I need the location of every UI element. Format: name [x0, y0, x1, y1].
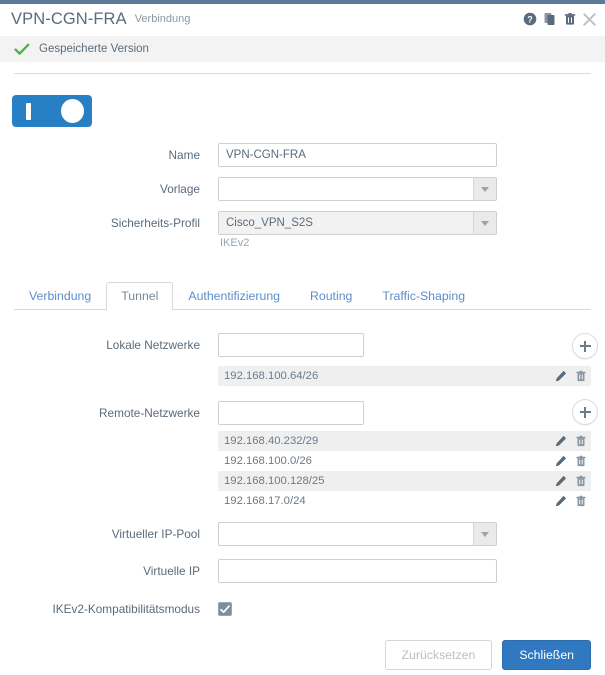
local-networks-input[interactable]: [218, 333, 364, 357]
chevron-down-icon: [473, 212, 496, 234]
vpn-connection-dialog: VPN-CGN-FRA Verbindung ? Gespeicherte Ve…: [0, 0, 605, 675]
header-divider: [14, 73, 591, 74]
svg-text:?: ?: [527, 14, 533, 24]
list-item[interactable]: 192.168.40.232/29: [218, 431, 591, 451]
pencil-icon[interactable]: [554, 475, 567, 488]
toggle-knob: [61, 99, 84, 123]
template-select[interactable]: [218, 177, 497, 201]
toggle-on-indicator: [26, 103, 31, 120]
security-profile-hint: IKEv2: [220, 237, 250, 249]
pencil-icon[interactable]: [554, 495, 567, 508]
trash-icon[interactable]: [574, 475, 587, 488]
remote-networks-input[interactable]: [218, 401, 364, 425]
close-button[interactable]: Schließen: [502, 640, 591, 670]
status-badge: Gespeicherte Version: [39, 43, 149, 55]
row-actions: [554, 475, 587, 488]
trash-icon[interactable]: [574, 370, 587, 383]
virtual-ip-input[interactable]: [218, 559, 497, 583]
tab-tunnel[interactable]: Tunnel: [106, 282, 174, 310]
copy-icon[interactable]: [542, 12, 557, 27]
header-icon-group: ?: [522, 12, 597, 27]
template-label: Vorlage: [159, 182, 200, 196]
add-remote-network-button[interactable]: [572, 399, 598, 425]
help-icon[interactable]: ?: [522, 12, 537, 27]
pencil-icon[interactable]: [554, 370, 567, 383]
security-profile-row: Sicherheits-Profil Cisco_VPN_S2S: [38, 211, 497, 235]
reset-button[interactable]: Zurücksetzen: [384, 640, 493, 670]
dialog-header: VPN-CGN-FRA Verbindung ?: [0, 4, 605, 34]
name-input[interactable]: [218, 143, 497, 167]
remote-networks-row: Remote-Netzwerke: [38, 401, 364, 425]
security-profile-select-value: Cisco_VPN_S2S: [226, 217, 313, 229]
row-actions: [554, 455, 587, 468]
tab-authentifizierung[interactable]: Authentifizierung: [173, 282, 295, 310]
tab-bar: Verbindung Tunnel Authentifizierung Rout…: [14, 280, 591, 310]
row-actions: [554, 435, 587, 448]
list-item[interactable]: 192.168.100.128/25: [218, 471, 591, 491]
ikev2-compat-row: IKEv2-Kompatibilitätsmodus: [38, 597, 232, 621]
enable-toggle[interactable]: [12, 95, 92, 127]
page-subtitle: Verbindung: [134, 13, 191, 25]
network-value: 192.168.40.232/29: [224, 435, 319, 447]
chevron-down-icon: [473, 178, 496, 200]
check-icon: [14, 42, 30, 56]
row-actions: [554, 370, 587, 383]
status-banner: Gespeicherte Version: [0, 36, 605, 62]
tab-traffic-shaping[interactable]: Traffic-Shaping: [367, 282, 480, 310]
virtual-ip-label: Virtuelle IP: [143, 564, 200, 578]
ikev2-compat-checkbox[interactable]: [218, 602, 232, 616]
pencil-icon[interactable]: [554, 435, 567, 448]
remote-networks-list: 192.168.40.232/29 192.168.100.0/26 192.1…: [218, 431, 591, 511]
security-profile-label: Sicherheits-Profil: [110, 216, 200, 230]
virtual-ip-pool-row: Virtueller IP-Pool: [38, 522, 497, 546]
trash-icon[interactable]: [562, 12, 577, 27]
list-item[interactable]: 192.168.100.0/26: [218, 451, 591, 471]
close-icon[interactable]: [582, 12, 597, 27]
remote-networks-label: Remote-Netzwerke: [99, 406, 200, 420]
virtual-ip-row: Virtuelle IP: [38, 559, 497, 583]
template-row: Vorlage: [38, 177, 497, 201]
add-local-network-button[interactable]: [572, 333, 598, 359]
dialog-footer: Zurücksetzen Schließen: [384, 640, 591, 670]
list-item[interactable]: 192.168.17.0/24: [218, 491, 591, 511]
virtual-ip-pool-label: Virtueller IP-Pool: [111, 527, 200, 541]
name-row: Name: [38, 143, 497, 167]
local-networks-list: 192.168.100.64/26: [218, 366, 591, 386]
local-networks-row: Lokale Netzwerke: [38, 333, 364, 357]
chevron-down-icon: [473, 523, 496, 545]
ikev2-compat-label: IKEv2-Kompatibilitätsmodus: [52, 602, 200, 616]
name-label: Name: [168, 148, 200, 162]
network-value: 192.168.17.0/24: [224, 495, 306, 507]
local-networks-label: Lokale Netzwerke: [106, 338, 200, 352]
trash-icon[interactable]: [574, 495, 587, 508]
network-value: 192.168.100.0/26: [224, 455, 312, 467]
security-profile-select[interactable]: Cisco_VPN_S2S: [218, 211, 497, 235]
pencil-icon[interactable]: [554, 455, 567, 468]
tab-verbindung[interactable]: Verbindung: [14, 282, 106, 310]
trash-icon[interactable]: [574, 435, 587, 448]
network-value: 192.168.100.64/26: [224, 370, 319, 382]
page-title: VPN-CGN-FRA: [11, 9, 127, 28]
network-value: 192.168.100.128/25: [224, 475, 325, 487]
plus-icon: [579, 340, 591, 352]
virtual-ip-pool-select[interactable]: [218, 522, 497, 546]
plus-icon: [579, 406, 591, 418]
row-actions: [554, 495, 587, 508]
trash-icon[interactable]: [574, 455, 587, 468]
list-item[interactable]: 192.168.100.64/26: [218, 366, 591, 386]
tab-routing[interactable]: Routing: [295, 282, 367, 310]
